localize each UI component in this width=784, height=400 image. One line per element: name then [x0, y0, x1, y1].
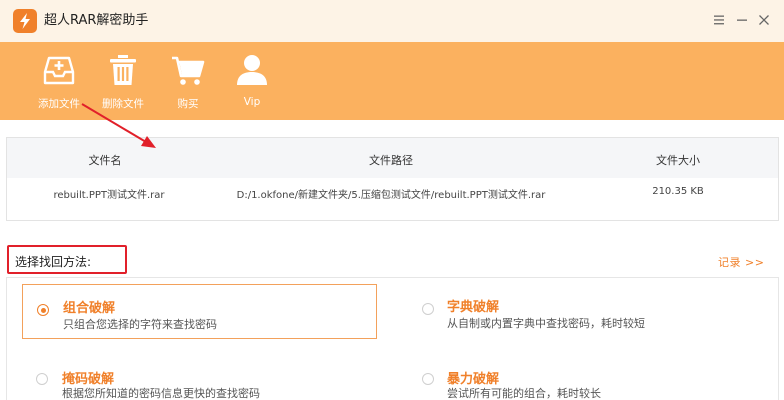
delete-file-button[interactable]: 删除文件	[95, 42, 151, 120]
option-dictionary-desc: 从自制或内置字典中查找密码，耗时较短	[447, 317, 645, 330]
header-file-size: 文件大小	[656, 154, 700, 167]
row-file-name: rebuilt.PPT测试文件.rar	[53, 190, 165, 201]
cart-icon	[172, 56, 205, 85]
option-mask-desc: 根据您所知道的密码信息更快的查找密码	[62, 387, 260, 400]
header-file-name: 文件名	[88, 154, 122, 167]
hamburger-icon	[714, 15, 724, 25]
annotation-highlight-box	[7, 245, 127, 274]
option-combination[interactable]: 组合破解 只组合您选择的字符来查找密码	[22, 284, 377, 339]
minimize-icon	[737, 19, 747, 21]
option-brute-force[interactable]: 暴力破解 尝试所有可能的组合，耗时较长	[410, 356, 770, 400]
file-table-header: 文件名 文件路径 文件大小	[7, 138, 778, 178]
user-icon	[237, 55, 267, 85]
option-combination-desc: 只组合您选择的字符来查找密码	[63, 318, 217, 331]
toolbar: 添加文件 删除文件 购买 Vip	[0, 42, 784, 120]
app-title: 超人RAR解密助手	[44, 13, 149, 28]
row-file-size: 210.35 KB	[652, 186, 704, 197]
minimize-button[interactable]	[734, 12, 750, 28]
title-bar: 超人RAR解密助手	[0, 0, 784, 42]
radio-combination[interactable]	[37, 304, 49, 316]
vip-label: Vip	[243, 96, 261, 108]
option-combination-title: 组合破解	[63, 301, 116, 316]
add-file-button[interactable]: 添加文件	[31, 42, 87, 120]
radio-dictionary[interactable]	[422, 303, 434, 315]
radio-mask[interactable]	[36, 373, 48, 385]
close-icon	[759, 15, 769, 25]
app-logo-icon	[13, 9, 37, 33]
delete-file-label: 删除文件	[102, 98, 144, 110]
option-mask[interactable]: 掩码破解 根据您所知道的密码信息更快的查找密码	[22, 356, 377, 400]
buy-button[interactable]: 购买	[160, 42, 216, 120]
add-file-icon	[43, 56, 75, 85]
add-file-label: 添加文件	[38, 98, 80, 110]
buy-label: 购买	[177, 98, 199, 110]
option-dictionary[interactable]: 字典破解 从自制或内置字典中查找密码，耗时较短	[410, 284, 770, 339]
trash-icon	[110, 55, 136, 85]
history-link[interactable]: 记录 >>	[718, 254, 764, 270]
radio-brute-force[interactable]	[422, 373, 434, 385]
header-file-path: 文件路径	[369, 154, 413, 167]
option-dictionary-title: 字典破解	[447, 300, 500, 315]
menu-button[interactable]	[711, 12, 727, 28]
close-button[interactable]	[756, 12, 772, 28]
vip-button[interactable]: Vip	[224, 42, 280, 120]
option-brute-force-desc: 尝试所有可能的组合，耗时较长	[447, 387, 601, 400]
row-file-path: D:/1.okfone/新建文件夹/5.压缩包测试文件/rebuilt.PPT测…	[236, 190, 546, 201]
file-table: 文件名 文件路径 文件大小 rebuilt.PPT测试文件.rar D:/1.o…	[6, 137, 779, 221]
